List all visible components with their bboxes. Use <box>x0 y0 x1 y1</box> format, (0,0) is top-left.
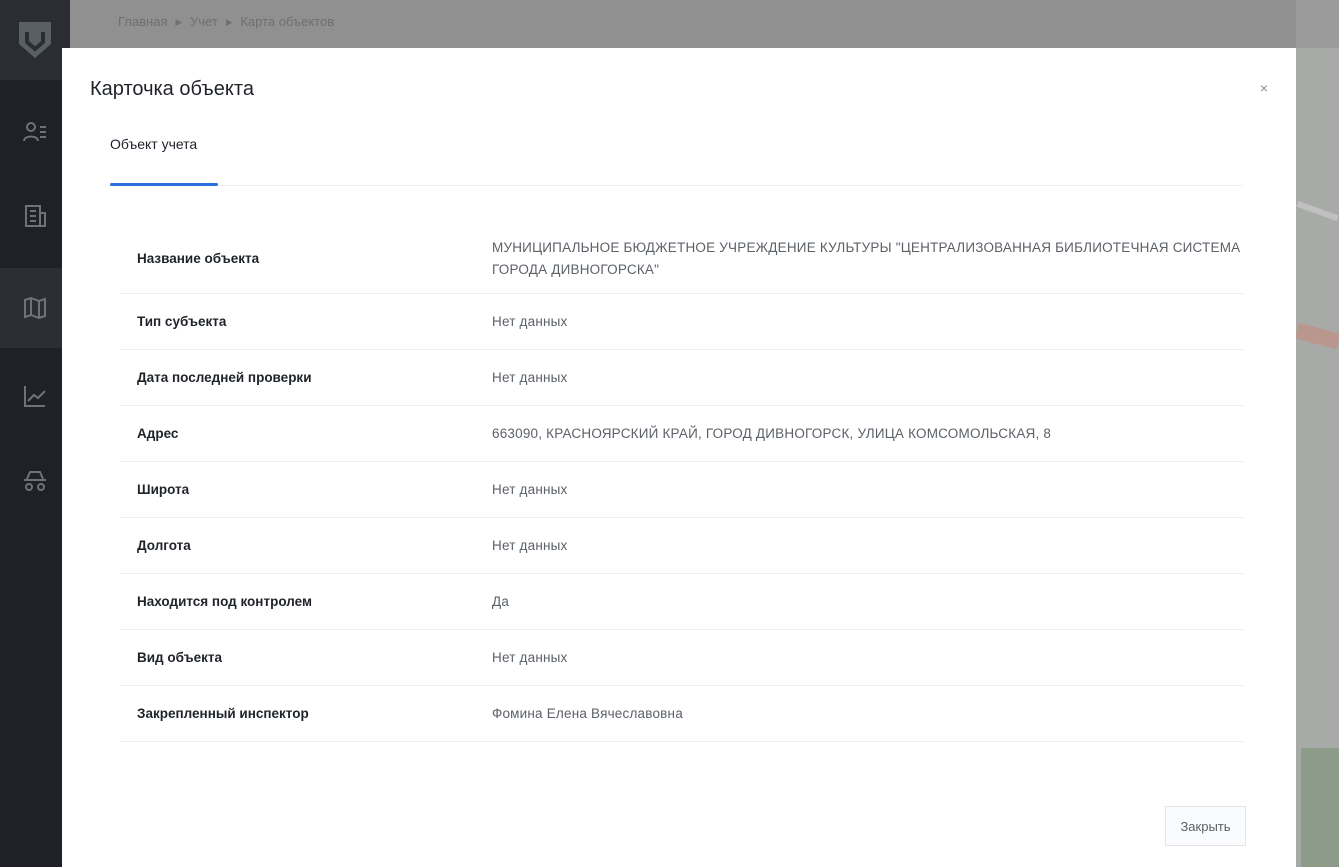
sidebar-item-objects[interactable] <box>0 176 70 256</box>
sidebar-item-users[interactable] <box>0 92 70 172</box>
logo[interactable] <box>0 0 70 80</box>
close-button[interactable]: Закрыть <box>1165 806 1246 846</box>
property-value: Да <box>492 593 510 609</box>
breadcrumb-home[interactable]: Главная <box>118 14 167 30</box>
object-card-modal: Карточка объекта × Объект учета Название… <box>62 48 1296 867</box>
property-value: Нет данных <box>492 537 568 553</box>
property-value: 663090, КРАСНОЯРСКИЙ КРАЙ, ГОРОД ДИВНОГО… <box>492 425 1052 441</box>
property-row: Закрепленный инспектор Фомина Елена Вяче… <box>120 686 1244 742</box>
property-label: Тип субъекта <box>137 314 227 329</box>
property-row: Название объекта МУНИЦИПАЛЬНОЕ БЮДЖЕТНОЕ… <box>120 224 1244 294</box>
property-row: Вид объекта Нет данных <box>120 630 1244 686</box>
sidebar-item-analytics[interactable] <box>0 356 70 436</box>
property-row: Тип субъекта Нет данных <box>120 294 1244 350</box>
property-value: Нет данных <box>492 313 568 329</box>
property-row: Находится под контролем Да <box>120 574 1244 630</box>
property-label: Адрес <box>137 426 179 441</box>
sidebar-item-transport[interactable] <box>0 440 70 520</box>
tab-accounting-object[interactable]: Объект учета <box>110 128 218 186</box>
property-value: Фомина Елена Вячеславовна <box>492 705 683 721</box>
property-label: Долгота <box>137 538 191 553</box>
car-icon <box>24 471 46 491</box>
breadcrumb-separator: ▸ <box>225 14 233 29</box>
property-value: МУНИЦИПАЛЬНОЕ БЮДЖЕТНОЕ УЧРЕЖДЕНИЕ КУЛЬТ… <box>492 239 1241 277</box>
property-row: Широта Нет данных <box>120 462 1244 518</box>
property-value: Нет данных <box>492 649 568 665</box>
sidebar <box>0 0 70 867</box>
property-row: Долгота Нет данных <box>120 518 1244 574</box>
property-value: Нет данных <box>492 481 568 497</box>
shield-logo-icon <box>19 22 51 58</box>
header-actions <box>1296 0 1339 48</box>
properties-table: Название объекта МУНИЦИПАЛЬНОЕ БЮДЖЕТНОЕ… <box>120 224 1244 742</box>
property-label: Дата последней проверки <box>137 370 312 385</box>
map-icon <box>24 296 46 320</box>
chart-icon <box>24 386 46 407</box>
sidebar-item-map[interactable] <box>0 268 70 348</box>
property-label: Название объекта <box>137 251 260 266</box>
active-tab-indicator <box>110 183 218 186</box>
users-icon <box>23 122 46 142</box>
property-label: Вид объекта <box>137 650 223 665</box>
tab-bar: Объект учета <box>110 128 1243 186</box>
breadcrumb-current: Карта объектов <box>240 14 335 29</box>
property-label: Широта <box>137 482 190 497</box>
property-row: Адрес 663090, КРАСНОЯРСКИЙ КРАЙ, ГОРОД Д… <box>120 406 1244 462</box>
modal-title: Карточка объекта <box>90 78 254 100</box>
property-label: Закрепленный инспектор <box>137 706 309 721</box>
building-icon <box>25 205 46 227</box>
map-background <box>1294 48 1339 867</box>
property-value: Нет данных <box>492 369 568 385</box>
breadcrumb-separator: ▸ <box>175 14 183 29</box>
breadcrumb-accounting[interactable]: Учет <box>190 14 218 30</box>
breadcrumb: Главная ▸ Учет ▸ Карта объектов <box>118 14 334 30</box>
property-row: Дата последней проверки Нет данных <box>120 350 1244 406</box>
close-icon[interactable]: × <box>1254 78 1274 98</box>
property-label: Находится под контролем <box>137 594 312 609</box>
tab-label: Объект учета <box>110 136 198 152</box>
